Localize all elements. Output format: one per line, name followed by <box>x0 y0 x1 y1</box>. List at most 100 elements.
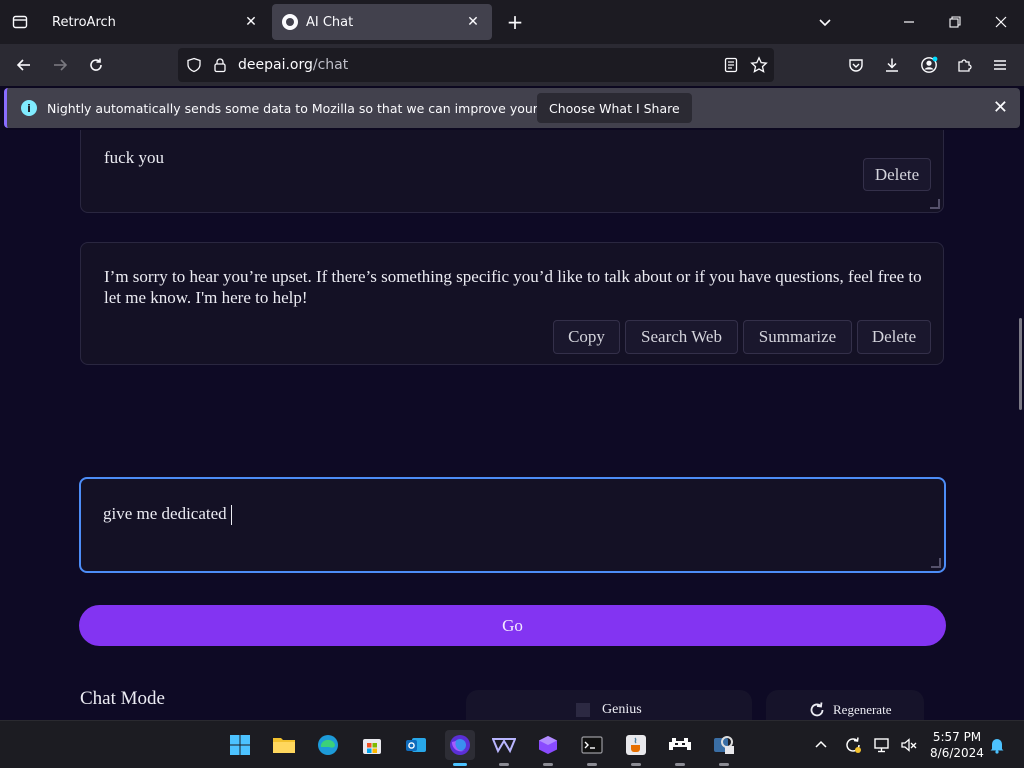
lock-icon[interactable] <box>212 57 228 73</box>
search-web-button[interactable]: Search Web <box>625 320 738 354</box>
file-explorer-taskbar-button[interactable] <box>269 730 299 760</box>
text-caret <box>230 505 232 526</box>
start-button[interactable] <box>225 730 255 760</box>
delete-button[interactable]: Delete <box>863 158 931 191</box>
url-path: /chat <box>312 57 349 73</box>
genius-label: Genius <box>602 702 642 717</box>
chat-input-value: give me dedicated <box>103 504 227 523</box>
regenerate-button[interactable]: Regenerate <box>766 690 924 720</box>
genius-toggle[interactable]: Genius <box>466 690 752 720</box>
tab-bar: RetroArch ✕ AI Chat ✕ + <box>0 0 1024 44</box>
volume-tray-button[interactable] <box>894 730 924 760</box>
regenerate-label: Regenerate <box>833 702 892 717</box>
system-clock[interactable]: 5:57 PM 8/6/2024 <box>924 729 990 761</box>
choose-what-i-share-button[interactable]: Choose What I Share <box>537 93 692 123</box>
running-indicator <box>499 763 509 766</box>
assistant-message-text: I’m sorry to hear you’re upset. If there… <box>104 267 922 307</box>
pocket-button[interactable] <box>842 52 870 78</box>
running-indicator <box>587 763 597 766</box>
data-collection-notification: i Nightly automatically sends some data … <box>4 88 1020 128</box>
bookmark-star-icon[interactable] <box>750 56 768 74</box>
page-scrollbar-thumb[interactable] <box>1019 318 1022 410</box>
clock-date: 8/6/2024 <box>930 746 984 760</box>
gear-tool-icon <box>714 736 734 754</box>
outlook-taskbar-button[interactable] <box>401 730 431 760</box>
folder-icon <box>273 738 295 753</box>
running-indicator <box>631 763 641 766</box>
close-tab-icon[interactable]: ✕ <box>242 13 260 31</box>
windows-logo-icon <box>230 735 250 755</box>
downloads-button[interactable] <box>878 52 906 78</box>
restore-button[interactable] <box>932 0 978 44</box>
navigation-toolbar: deepai.org/chat <box>0 44 1024 86</box>
shield-icon[interactable] <box>186 57 202 73</box>
reader-view-icon[interactable] <box>723 57 739 73</box>
forward-button[interactable] <box>46 52 74 78</box>
regenerate-icon <box>810 702 824 717</box>
list-all-tabs-chevron-icon[interactable] <box>802 0 848 44</box>
resize-handle[interactable] <box>930 199 940 209</box>
microsoft-store-taskbar-button[interactable] <box>357 730 387 760</box>
purple-cube-icon <box>539 736 557 754</box>
java-app-taskbar-button[interactable] <box>621 730 651 766</box>
chat-mode-label: Chat Mode <box>80 688 165 709</box>
running-indicator <box>543 763 553 766</box>
copy-button[interactable]: Copy <box>553 320 620 354</box>
url-host: deepai.org <box>238 57 313 73</box>
app-taskbar-button[interactable] <box>489 730 519 766</box>
back-arrow-icon <box>16 59 30 71</box>
firefox-nightly-taskbar-button[interactable] <box>445 730 475 766</box>
genius-checkbox[interactable] <box>576 703 590 717</box>
retroarch-invader-icon <box>669 738 691 750</box>
forward-arrow-icon <box>54 59 68 71</box>
url-bar[interactable]: deepai.org/chat <box>178 48 774 82</box>
speaker-muted-icon <box>901 738 917 752</box>
reload-icon <box>90 58 102 71</box>
new-tab-button[interactable]: + <box>503 10 527 34</box>
minimize-button[interactable] <box>886 0 932 44</box>
close-tab-icon[interactable]: ✕ <box>464 13 482 31</box>
user-message-box: fuck you Delete <box>80 130 944 213</box>
steam-tool-taskbar-button[interactable] <box>709 730 739 766</box>
resize-handle[interactable] <box>931 558 941 568</box>
tab-list-button[interactable] <box>0 0 40 44</box>
summarize-button[interactable]: Summarize <box>743 320 852 354</box>
java-cup-icon <box>626 735 646 755</box>
chevron-up-icon <box>815 740 827 748</box>
terminal-icon <box>581 736 603 754</box>
account-button[interactable] <box>915 52 943 78</box>
info-icon: i <box>21 100 37 116</box>
store-icon <box>363 739 381 754</box>
sync-tray-button[interactable] <box>838 730 868 760</box>
deepai-favicon-icon <box>282 14 298 30</box>
retroarch-taskbar-button[interactable] <box>665 730 695 766</box>
close-notification-icon[interactable]: ✕ <box>993 97 1008 118</box>
tab-label: RetroArch <box>52 14 116 30</box>
download-icon <box>886 58 898 72</box>
tab-retroarch[interactable]: RetroArch ✕ <box>42 4 270 40</box>
menu-button[interactable] <box>986 52 1014 78</box>
close-window-button[interactable] <box>978 0 1024 44</box>
terminal-taskbar-button[interactable] <box>577 730 607 766</box>
screen: RetroArch ✕ AI Chat ✕ + deepai.org /chat… <box>0 0 1024 768</box>
outlook-icon <box>406 738 426 752</box>
cube-app-taskbar-button[interactable] <box>533 730 563 766</box>
notifications-button[interactable] <box>982 730 1012 760</box>
puzzle-icon <box>958 59 972 72</box>
running-indicator <box>675 763 685 766</box>
clock-time: 5:57 PM <box>932 730 982 744</box>
edge-icon <box>318 735 338 755</box>
back-button[interactable] <box>10 52 38 78</box>
chat-input[interactable]: give me dedicated <box>79 477 946 573</box>
go-button[interactable]: Go <box>79 605 946 646</box>
edge-taskbar-button[interactable] <box>313 730 343 760</box>
network-icon <box>874 738 889 753</box>
firefox-view-icon <box>12 15 28 29</box>
tab-ai-chat[interactable]: AI Chat ✕ <box>272 4 492 40</box>
delete-button[interactable]: Delete <box>857 320 931 354</box>
show-hidden-icons-button[interactable] <box>806 730 836 760</box>
extensions-button[interactable] <box>950 52 978 78</box>
reload-button[interactable] <box>82 52 110 78</box>
running-indicator <box>719 763 729 766</box>
pocket-icon <box>849 59 863 72</box>
